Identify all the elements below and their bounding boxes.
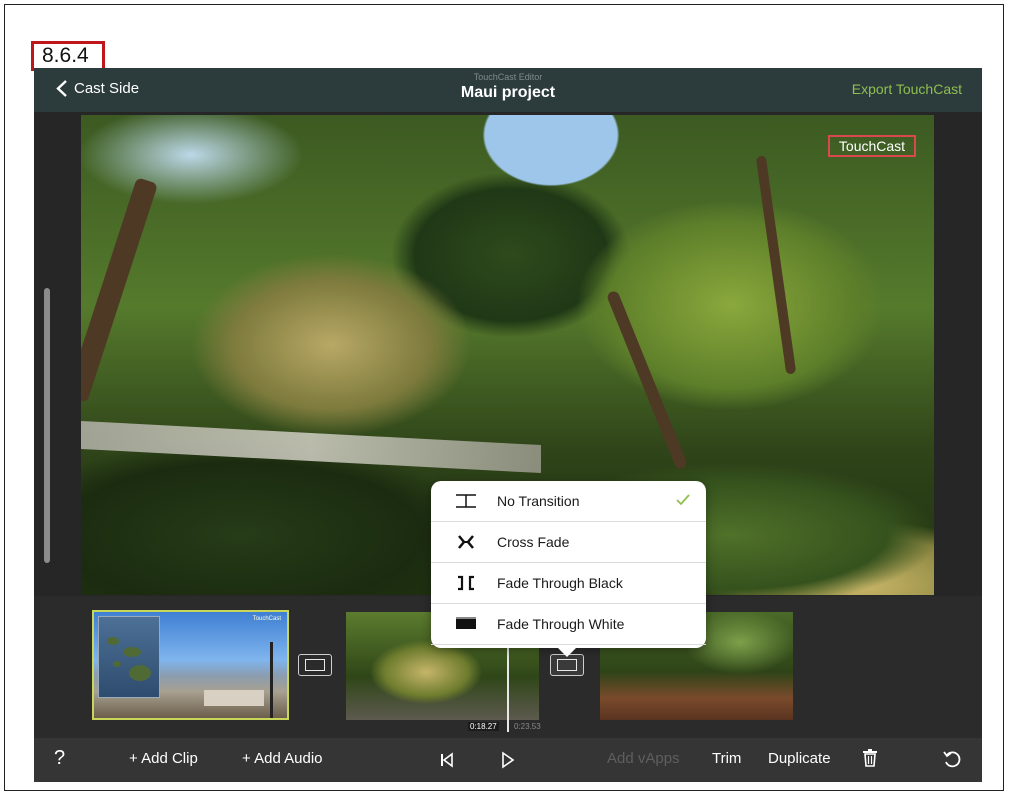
add-clip-button[interactable]: + Add Clip bbox=[129, 750, 198, 767]
skip-to-start-button[interactable] bbox=[440, 752, 454, 773]
transition-button-1[interactable] bbox=[298, 654, 332, 676]
vertical-scrollbar[interactable] bbox=[44, 288, 50, 563]
duplicate-button[interactable]: Duplicate bbox=[768, 750, 831, 767]
undo-icon bbox=[943, 751, 961, 768]
tree-trunk bbox=[81, 177, 158, 403]
undo-button[interactable] bbox=[942, 749, 962, 774]
add-vapps-button[interactable]: Add vApps bbox=[607, 750, 680, 767]
transition-popover: No Transition Cross Fade Fade Through Bl… bbox=[431, 481, 706, 657]
timeline-clip-1[interactable]: TouchCast bbox=[92, 610, 289, 720]
project-title: Maui project bbox=[460, 84, 556, 101]
trash-icon bbox=[863, 749, 877, 767]
cross-fade-icon bbox=[458, 535, 474, 549]
option-label: Fade Through White bbox=[497, 616, 625, 632]
add-audio-button[interactable]: + Add Audio bbox=[242, 750, 323, 767]
road-strip bbox=[81, 420, 541, 474]
option-label: Cross Fade bbox=[497, 534, 570, 550]
bottom-toolbar: ? + Add Clip + Add Audio Add vApps Trim … bbox=[34, 738, 982, 782]
fade-black-icon bbox=[458, 575, 474, 591]
delete-button[interactable] bbox=[862, 748, 878, 773]
utility-pole bbox=[270, 642, 273, 718]
app-subtitle: TouchCast Editor bbox=[473, 72, 543, 82]
house-shape bbox=[204, 690, 264, 706]
play-button[interactable] bbox=[501, 751, 515, 774]
trim-button[interactable]: Trim bbox=[712, 750, 741, 767]
tree-trunk bbox=[605, 289, 689, 471]
top-nav-bar: Cast Side TouchCast Editor Maui project … bbox=[34, 68, 982, 112]
option-label: Fade Through Black bbox=[497, 575, 623, 591]
step-number-label: 8.6.4 bbox=[31, 41, 105, 71]
option-no-transition[interactable]: No Transition bbox=[431, 481, 706, 522]
export-button[interactable]: Export TouchCast bbox=[852, 81, 962, 97]
current-time: 0:18.27 bbox=[468, 722, 499, 731]
tree-trunk bbox=[755, 155, 797, 375]
option-cross-fade[interactable]: Cross Fade bbox=[431, 522, 706, 563]
map-overlay-thumbnail bbox=[98, 616, 160, 698]
no-transition-icon bbox=[305, 659, 325, 671]
no-transition-icon bbox=[456, 494, 476, 508]
transition-button-2[interactable] bbox=[550, 654, 584, 676]
clip-watermark: TouchCast bbox=[252, 616, 281, 622]
option-fade-through-black[interactable]: Fade Through Black bbox=[431, 563, 706, 604]
no-transition-icon bbox=[557, 659, 577, 671]
skip-back-icon bbox=[441, 752, 453, 768]
fade-white-icon bbox=[456, 617, 476, 629]
help-button[interactable]: ? bbox=[54, 747, 65, 770]
option-fade-through-white[interactable]: Fade Through White bbox=[431, 604, 706, 645]
checkmark-icon bbox=[676, 494, 690, 506]
app-screen: Cast Side TouchCast Editor Maui project … bbox=[34, 68, 982, 782]
total-time: 0:23.53 bbox=[514, 722, 541, 731]
play-icon bbox=[502, 751, 515, 769]
option-label: No Transition bbox=[497, 493, 580, 509]
touchcast-watermark: TouchCast bbox=[828, 135, 916, 157]
popover-arrow bbox=[555, 645, 579, 657]
